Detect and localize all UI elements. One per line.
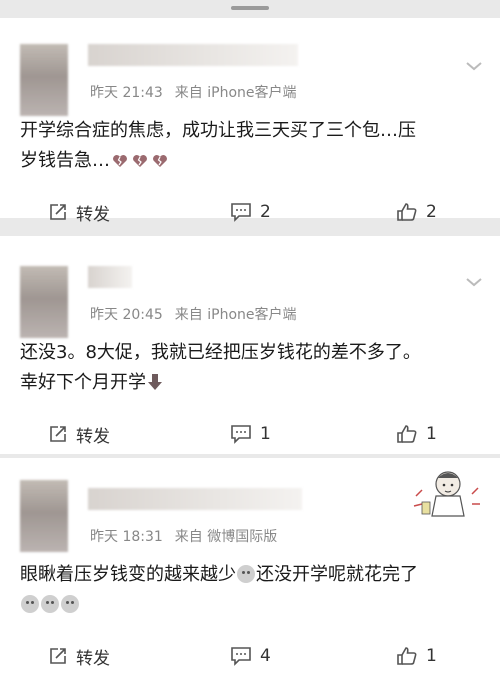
avatar[interactable]	[20, 480, 68, 552]
broken-heart-icon	[113, 155, 127, 167]
comment-button[interactable]: 2	[230, 196, 271, 228]
content-line: 眼瞅着压岁钱变的越来越少	[20, 564, 236, 585]
drag-handle[interactable]	[231, 6, 269, 10]
like-count: 1	[426, 424, 437, 444]
post-content: 眼瞅着压岁钱变的越来越少 还没开学呢就花完了	[20, 560, 482, 620]
content-line-with-emoji: 岁钱告急…	[20, 146, 482, 176]
broken-heart-icon	[133, 155, 147, 167]
content-line: 幸好下个月开学	[20, 372, 146, 393]
content-line: 还没开学呢就花完了	[256, 564, 418, 585]
action-bar: 转发 2 2	[0, 196, 500, 228]
comment-icon	[231, 647, 251, 666]
content-line: 岁钱告急…	[20, 150, 110, 171]
repost-label: 转发	[76, 204, 110, 225]
post-source: 来自 微博国际版	[174, 529, 278, 545]
cartoon-sticker-icon	[413, 471, 480, 517]
comment-card: 昨天 20:45 来自 iPhone客户端 还没3。8大促，我就已经把压岁钱花的差…	[0, 236, 500, 454]
share-icon	[50, 204, 66, 220]
comment-card: 昨天 21:43 来自 iPhone客户端 开学综合症的焦虑，成功让我三天买了三个…	[0, 18, 500, 225]
repost-label: 转发	[76, 648, 110, 669]
post-source: 来自 iPhone客户端	[174, 307, 297, 323]
sad-face-emoji-icon	[21, 595, 39, 613]
comment-button[interactable]: 4	[230, 640, 271, 672]
like-button[interactable]: 2	[396, 196, 437, 228]
chevron-down-icon[interactable]	[464, 272, 484, 292]
share-icon	[50, 648, 66, 664]
sad-face-emoji-icon	[61, 595, 79, 613]
comment-icon	[231, 203, 251, 222]
content-line-with-emoji: 幸好下个月开学	[20, 368, 482, 398]
comment-card: 昨天 18:31 来自 微博国际版 眼瞅着压岁钱变的越来越少 还没开学呢就花完了 转…	[0, 458, 500, 686]
username-blurred[interactable]	[88, 44, 298, 66]
chevron-down-icon[interactable]	[464, 56, 484, 76]
share-icon	[50, 426, 66, 442]
content-line-with-emoji: 眼瞅着压岁钱变的越来越少 还没开学呢就花完了	[20, 560, 482, 590]
post-content: 还没3。8大促，我就已经把压岁钱花的差不多了。 幸好下个月开学	[20, 338, 482, 398]
thumbs-up-icon	[397, 203, 417, 221]
comment-count: 2	[260, 202, 271, 222]
post-source: 来自 iPhone客户端	[174, 85, 297, 101]
post-meta: 昨天 20:45 来自 iPhone客户端	[90, 304, 297, 324]
avatar[interactable]	[20, 266, 68, 338]
post-time: 昨天 18:31	[90, 529, 163, 545]
post-content: 开学综合症的焦虑，成功让我三天买了三个包…压 岁钱告急…	[20, 116, 482, 176]
repost-label: 转发	[76, 426, 110, 447]
content-line: 开学综合症的焦虑，成功让我三天买了三个包…压	[20, 120, 416, 141]
action-bar: 转发 4 1	[0, 640, 500, 672]
post-meta: 昨天 21:43 来自 iPhone客户端	[90, 82, 297, 102]
like-count: 2	[426, 202, 437, 222]
content-line: 还没3。8大促，我就已经把压岁钱花的差不多了。	[20, 342, 421, 363]
emoji-row	[20, 590, 482, 620]
broken-heart-icon	[153, 155, 167, 167]
username-blurred[interactable]	[88, 266, 132, 288]
down-arrow-emoji-icon	[148, 374, 162, 390]
sad-face-emoji-icon	[237, 565, 255, 583]
comment-count: 1	[260, 424, 271, 444]
post-meta: 昨天 18:31 来自 微博国际版	[90, 526, 277, 546]
like-button[interactable]: 1	[396, 640, 437, 672]
post-time: 昨天 20:45	[90, 307, 163, 323]
comment-button[interactable]: 1	[230, 418, 271, 450]
post-time: 昨天 21:43	[90, 85, 163, 101]
like-button[interactable]: 1	[396, 418, 437, 450]
repost-button[interactable]: 转发	[48, 640, 110, 672]
username-blurred[interactable]	[88, 488, 302, 510]
repost-button[interactable]: 转发	[48, 418, 110, 450]
sad-face-emoji-icon	[41, 595, 59, 613]
avatar[interactable]	[20, 44, 68, 116]
thumbs-up-icon	[397, 647, 417, 665]
action-bar: 转发 1 1	[0, 418, 500, 450]
repost-button[interactable]: 转发	[48, 196, 110, 228]
like-count: 1	[426, 646, 437, 666]
comment-count: 4	[260, 646, 271, 666]
comment-icon	[231, 425, 251, 444]
thumbs-up-icon	[397, 425, 417, 443]
